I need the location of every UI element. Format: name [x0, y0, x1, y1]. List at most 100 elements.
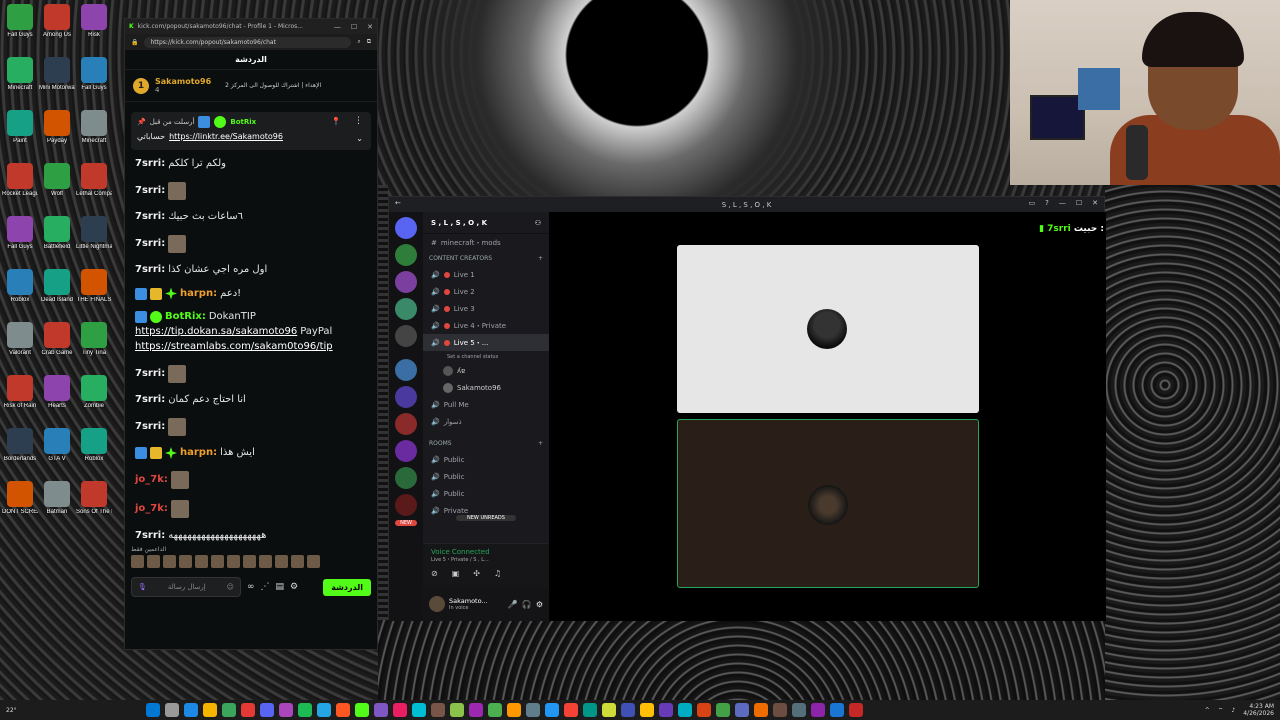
chat-username[interactable]: harpn: [180, 447, 217, 459]
desktop-shortcut-icon[interactable]: GTA V [39, 428, 75, 463]
voice-channel[interactable]: 🔊 ذسوار [423, 413, 549, 430]
chevron-up-icon[interactable]: ^ [1205, 707, 1210, 714]
chat-username[interactable]: 7srri: [135, 211, 165, 223]
chevron-down-icon[interactable]: ⌄ [356, 134, 363, 143]
settings-icon[interactable]: ⚙ [290, 582, 298, 592]
taskbar-app-icon[interactable] [431, 703, 445, 717]
taskbar-app-icon[interactable] [583, 703, 597, 717]
taskbar-app-icon[interactable] [811, 703, 825, 717]
taskbar-app-icon[interactable] [241, 703, 255, 717]
participant-tile[interactable] [677, 245, 979, 413]
desktop-shortcut-icon[interactable]: Rocket League [2, 163, 38, 198]
chat-username[interactable]: 7srri: [135, 368, 165, 380]
clock[interactable]: 4:23 AM 4/26/2026 [1243, 703, 1274, 717]
taskbar-app-icon[interactable] [697, 703, 711, 717]
taskbar-app-icon[interactable] [260, 703, 274, 717]
emote-item[interactable] [291, 555, 304, 568]
voice-channel[interactable]: 🔊 Live 4・Private [423, 317, 549, 334]
store-icon[interactable]: ▤ [276, 582, 285, 592]
pinned-link[interactable]: https://linktr.ee/Sakamoto96 [169, 132, 283, 141]
minimize-button[interactable]: — [334, 23, 341, 31]
server-header[interactable]: S , L , S , O , K ⚇ [423, 212, 549, 234]
share-icon[interactable]: ⋰ [261, 582, 270, 592]
taskbar-app-icon[interactable] [450, 703, 464, 717]
set-status[interactable]: Set a channel status [423, 351, 549, 362]
desktop-shortcut-icon[interactable]: Dead Island [39, 269, 75, 304]
voice-user[interactable]: ʎɐ [423, 362, 549, 379]
taskbar-app-icon[interactable] [716, 703, 730, 717]
desktop-shortcut-icon[interactable]: Fall Guys [2, 216, 38, 251]
desktop-shortcut-icon[interactable]: Battlefield [39, 216, 75, 251]
emoji-icon[interactable]: ☺ [227, 583, 234, 591]
taskbar-app-icon[interactable] [469, 703, 483, 717]
desktop-shortcut-icon[interactable]: Risk of Rain [2, 375, 38, 410]
taskbar-app-icon[interactable] [393, 703, 407, 717]
desktop-shortcut-icon[interactable]: Little Nightmares [76, 216, 112, 251]
extensions-icon[interactable]: ⧉ [367, 38, 371, 46]
more-options-icon[interactable]: ⋮ [354, 116, 363, 126]
taskbar-app-icon[interactable] [203, 703, 217, 717]
unpin-icon[interactable]: 📍 [331, 117, 341, 126]
emote-item[interactable] [307, 555, 320, 568]
maximize-button[interactable]: ☐ [351, 23, 357, 31]
pinned-message[interactable]: 📌 أرسلت من قبل BotRix حساباتي https://li… [131, 112, 371, 150]
desktop-shortcut-icon[interactable]: Risk [76, 4, 112, 39]
volume-icon[interactable]: ♪ [1231, 707, 1235, 714]
screen-share-icon[interactable]: ▣ [452, 569, 460, 578]
emote-item[interactable] [259, 555, 272, 568]
taskbar-app-icon[interactable] [222, 703, 236, 717]
voice-connected-channel[interactable]: Live 5・Private / S , L... [431, 556, 541, 563]
chat-username[interactable]: 7srri: [135, 238, 165, 250]
taskbar-app-icon[interactable] [507, 703, 521, 717]
pinned-user[interactable]: BotRix [230, 118, 256, 126]
emote-item[interactable] [163, 555, 176, 568]
room-channel[interactable]: 🔊 Public [423, 451, 549, 468]
discord-minimize-button[interactable]: — [1059, 199, 1066, 207]
soundboard-icon[interactable]: ♫ [494, 569, 501, 578]
desktop-shortcut-icon[interactable]: DONT SCREAM [2, 481, 38, 516]
desktop-shortcut-icon[interactable]: Tiny Tina [76, 322, 112, 357]
camera-off-icon[interactable]: ⊘ [431, 569, 438, 578]
weather-widget[interactable]: 22° [6, 707, 126, 714]
voice-channel[interactable]: 🔊 Live 2 [423, 283, 549, 300]
start-button-icon[interactable] [146, 703, 160, 717]
server-icon[interactable] [395, 271, 417, 293]
mic-icon[interactable]: 🎤 [508, 600, 518, 609]
tip-link[interactable]: https://tip.dokan.sa/sakamoto96 [135, 326, 297, 338]
back-arrow-icon[interactable]: ← [395, 199, 401, 207]
server-icon[interactable] [395, 440, 417, 462]
desktop-shortcut-icon[interactable]: Mini Motorways [39, 57, 75, 92]
desktop-shortcut-icon[interactable]: Roblox [76, 428, 112, 463]
server-icon[interactable] [395, 244, 417, 266]
taskbar-app-icon[interactable] [773, 703, 787, 717]
taskbar-app-icon[interactable] [849, 703, 863, 717]
activities-icon[interactable]: ✣ [473, 569, 480, 578]
taskbar-app-icon[interactable] [545, 703, 559, 717]
taskbar-app-icon[interactable] [488, 703, 502, 717]
desktop-shortcut-icon[interactable]: Valorant [2, 322, 38, 357]
chat-username[interactable]: 7srri: [135, 394, 165, 406]
streamlabs-link[interactable]: https://streamlabs.com/sakam0to96/tip [135, 341, 333, 353]
emote-item[interactable] [147, 555, 160, 568]
category-rooms[interactable]: ROOMS + [423, 436, 549, 451]
add-channel-icon[interactable]: + [538, 440, 543, 447]
emote-item[interactable] [179, 555, 192, 568]
network-icon[interactable]: ⌔ [1218, 706, 1224, 714]
zoom-icon[interactable]: ⌕ [357, 38, 360, 46]
desktop-shortcut-icon[interactable]: Wolf [39, 163, 75, 198]
participant-tile-speaking[interactable] [677, 419, 979, 588]
taskbar-app-icon[interactable] [564, 703, 578, 717]
taskbar-app-icon[interactable] [298, 703, 312, 717]
taskbar-app-icon[interactable] [317, 703, 331, 717]
room-channel[interactable]: 🔊 Public [423, 485, 549, 502]
taskbar-app-icon[interactable] [355, 703, 369, 717]
voice-channel[interactable]: 🔊 Live 5・... [423, 334, 549, 351]
desktop-shortcut-icon[interactable]: Minecraft [76, 110, 112, 145]
server-icon[interactable] [395, 413, 417, 435]
chat-username[interactable]: harpn: [180, 288, 217, 300]
taskbar-app-icon[interactable] [640, 703, 654, 717]
emote-item[interactable] [195, 555, 208, 568]
chat-username[interactable]: 7srri: [135, 158, 165, 170]
room-channel[interactable]: 🔊 Public [423, 468, 549, 485]
voice-user[interactable]: Sakamoto96 [423, 379, 549, 396]
